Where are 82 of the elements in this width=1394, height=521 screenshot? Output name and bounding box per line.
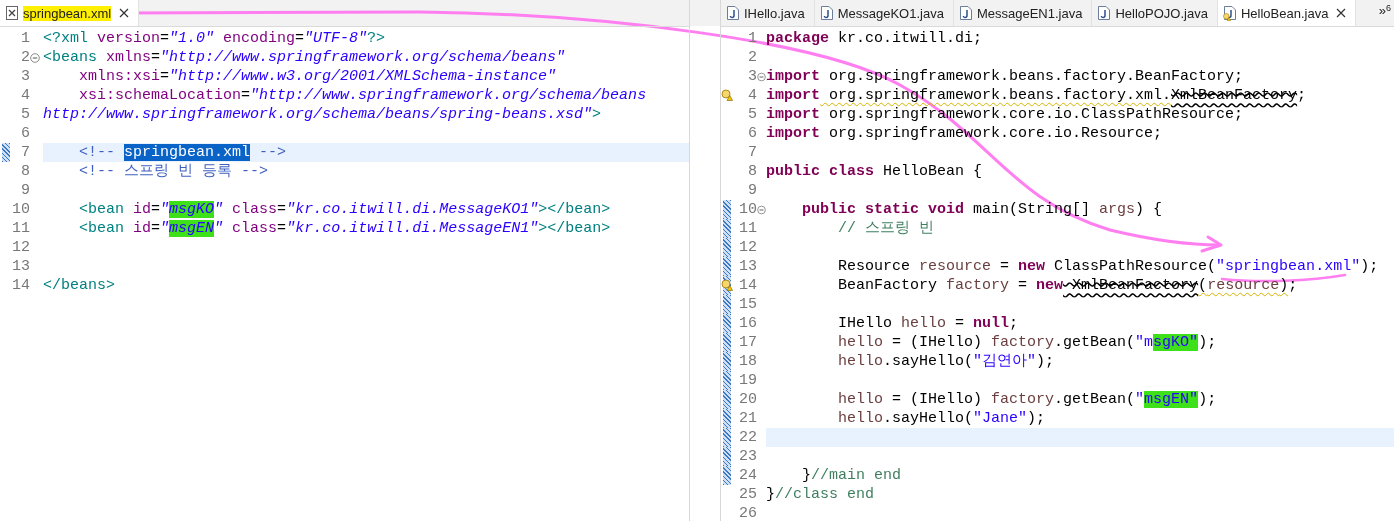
line-number: 18: [738, 352, 757, 371]
code-line: </beans>: [43, 276, 115, 295]
line-number: 13: [738, 257, 757, 276]
line-number: 7: [747, 143, 757, 162]
file-icon: [820, 6, 833, 20]
line-number: 9: [20, 181, 30, 200]
code-line: import org.springframework.core.io.Resource;: [766, 124, 1163, 143]
code-line: // 스프링 빈: [837, 219, 935, 238]
line-number: 16: [738, 314, 757, 333]
code-line: <?xml version="1.0" encoding="UTF-8"?>: [43, 29, 386, 48]
editor-tab[interactable]: MessageKO1.java: [814, 0, 954, 26]
code-line: xsi:schemaLocation="http://www.springframework.org/schema/beans: [78, 86, 647, 105]
line-number: 22: [738, 428, 757, 447]
line-number: 12: [11, 238, 30, 257]
close-icon[interactable]: [119, 8, 130, 18]
line-number: 11: [11, 219, 30, 238]
line-number: 8: [20, 162, 30, 181]
line-number: 23: [738, 447, 757, 466]
line-number: 2: [747, 48, 757, 67]
line-number: 2: [20, 48, 30, 67]
file-icon: [959, 6, 972, 20]
line-number: 10: [738, 200, 757, 219]
line-number: 14: [11, 276, 30, 295]
collapse-icon[interactable]: [30, 52, 40, 63]
file-icon: [1098, 6, 1111, 20]
line-number: 6: [20, 124, 30, 143]
line-number: 3: [20, 67, 30, 86]
code-line: hello.sayHello("김연아");: [837, 352, 1055, 371]
line-number: 24: [738, 466, 757, 485]
line-number: 3: [747, 67, 757, 86]
code-line: }//class end: [766, 485, 875, 504]
line-number: 13: [11, 257, 30, 276]
file-icon: [6, 6, 18, 20]
editor-tab[interactable]: IHello.java: [721, 0, 815, 26]
line-number: 5: [20, 105, 30, 124]
code-line: BeanFactory factory = new XmlBeanFactory(resource);: [837, 276, 1298, 295]
line-number: 8: [747, 162, 757, 181]
line-number: 1: [20, 29, 30, 48]
code-line: <!-- springbean.xml -->: [78, 143, 287, 162]
line-number: 7: [20, 143, 30, 162]
editor-tab[interactable]: HelloPOJO.java: [1092, 0, 1218, 26]
code-line: <bean id="msgKO" class="kr.co.itwill.di.MessageKO1"></bean>: [78, 200, 611, 219]
line-number: 12: [738, 238, 757, 257]
code-line: IHello hello = null;: [837, 314, 1019, 333]
code-line: hello = (IHello) factory.getBean("msgEN");: [837, 390, 1217, 409]
code-line: import org.springframework.core.io.ClassPathResource;: [766, 105, 1244, 124]
line-number: 14: [738, 276, 757, 295]
line-number: 9: [747, 181, 757, 200]
line-number: 26: [738, 504, 757, 521]
code-line: hello.sayHello("Jane");: [837, 409, 1046, 428]
line-number: 17: [738, 333, 757, 352]
collapse-icon[interactable]: [757, 204, 766, 215]
line-number: 4: [747, 86, 757, 105]
line-number: 15: [738, 295, 757, 314]
line-number: 5: [747, 105, 757, 124]
code-line: package kr.co.itwill.di;: [766, 29, 983, 48]
close-icon[interactable]: [1336, 8, 1347, 18]
code-line: import org.springframework.beans.factory.BeanFactory;: [766, 67, 1244, 86]
code-line: public static void main(String[] args) {: [801, 200, 1163, 219]
collapse-icon[interactable]: [757, 71, 766, 82]
line-number: 19: [738, 371, 757, 390]
code-line: <beans xmlns="http://www.springframework.org/schema/beans": [43, 48, 566, 67]
line-number: 10: [11, 200, 30, 219]
line-number: 6: [747, 124, 757, 143]
code-line: public class HelloBean {: [766, 162, 983, 181]
code-line: import org.springframework.beans.factory.xml.XmlBeanFactory;: [766, 86, 1307, 105]
code-line: http://www.springframework.org/schema/beans/spring-beans.xsd">: [43, 105, 602, 124]
file-icon: [727, 6, 739, 20]
editor-tab[interactable]: HelloBean.java: [1217, 0, 1357, 26]
line-number: 11: [738, 219, 757, 238]
code-line: Resource resource = new ClassPathResource("springbean.xml");: [837, 257, 1379, 276]
code-line: <!-- 스프링 빈 등록 -->: [78, 162, 269, 181]
line-number: 25: [738, 485, 757, 504]
code-line: xmlns:xsi="http://www.w3.org/2001/XMLSchema-instance": [78, 67, 557, 86]
code-line: }//main end: [801, 466, 902, 485]
line-number: 21: [738, 409, 757, 428]
line-number: 20: [738, 390, 757, 409]
code-line: hello = (IHello) factory.getBean("msgKO");: [837, 333, 1217, 352]
editor-tab[interactable]: MessageEN1.java: [953, 0, 1093, 26]
editor-tab[interactable]: springbean.xml: [0, 0, 140, 26]
code-line: <bean id="msgEN" class="kr.co.itwill.di.MessageEN1"></bean>: [78, 219, 611, 238]
line-number: 4: [20, 86, 30, 105]
